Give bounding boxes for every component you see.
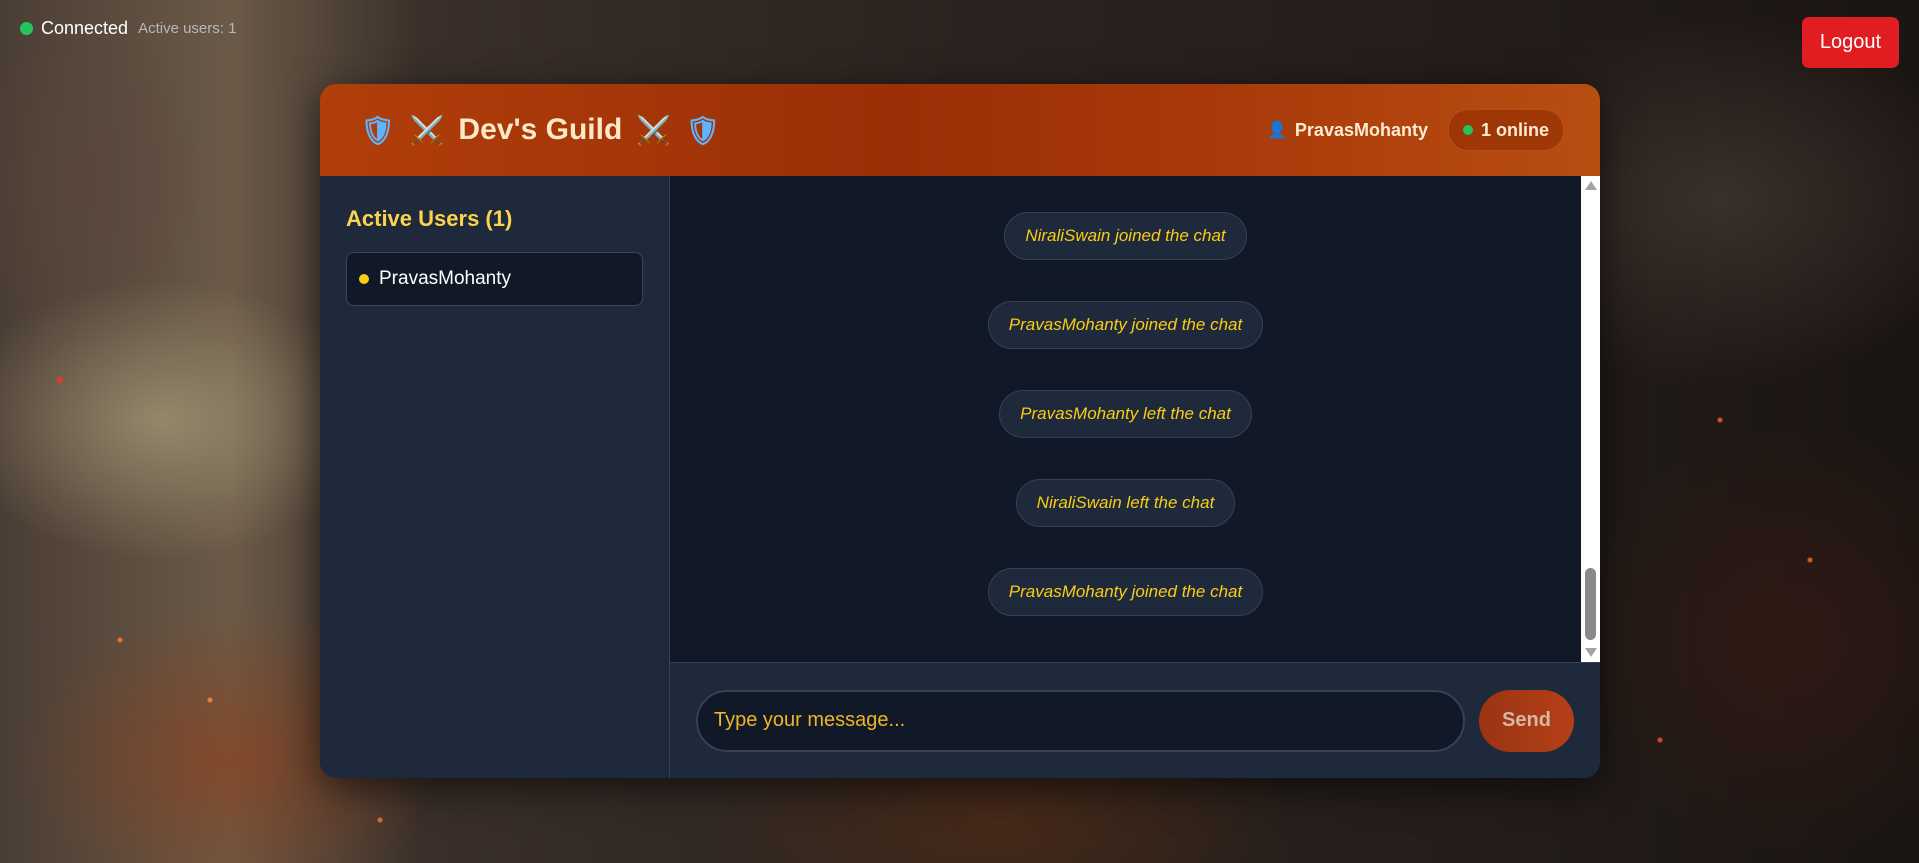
current-user: 👤 PravasMohanty (1267, 120, 1428, 141)
current-username: PravasMohanty (1294, 119, 1428, 140)
header-user-info: 👤 PravasMohanty 1 online (1267, 109, 1564, 151)
shield-icon: 🛡 (685, 114, 721, 146)
connection-status: Connected Active users: 1 (20, 18, 236, 39)
connection-label: Connected (41, 18, 129, 38)
send-button[interactable]: Send (1479, 689, 1574, 752)
chat-main: NiraliSwain joined the chat PravasMohant… (670, 176, 1600, 778)
room-name: Dev's Guild (458, 113, 623, 146)
active-users-count: Active users: 1 (138, 20, 237, 37)
online-count-text: 1 online (1480, 119, 1549, 140)
users-sidebar: Active Users (1) PravasMohanty (320, 176, 670, 778)
connected-dot-icon (20, 22, 33, 35)
active-users-title: Active Users (1) (346, 206, 513, 231)
online-dot-icon (1462, 125, 1473, 135)
user-list-item[interactable]: PravasMohanty (346, 252, 643, 306)
message-items: NiraliSwain joined the chat PravasMohant… (670, 176, 1581, 616)
scroll-up-arrow-icon[interactable] (1585, 181, 1597, 190)
message-scrollbar[interactable] (1581, 176, 1600, 662)
system-message: PravasMohanty joined the chat (987, 301, 1264, 349)
message-list[interactable]: NiraliSwain joined the chat PravasMohant… (670, 176, 1600, 662)
shield-icon: 🛡 (360, 114, 396, 146)
crossed-swords-icon: ⚔️ (409, 114, 445, 146)
message-composer: Send (670, 662, 1600, 778)
chat-header: 🛡 ⚔️ Dev's Guild ⚔️ 🛡 👤 PravasMohanty 1 … (320, 84, 1600, 176)
message-input[interactable] (696, 689, 1465, 752)
crossed-swords-icon: ⚔️ (636, 114, 672, 146)
chat-window: 🛡 ⚔️ Dev's Guild ⚔️ 🛡 👤 PravasMohanty 1 … (320, 84, 1600, 778)
logout-button[interactable]: Logout (1801, 17, 1899, 68)
chat-body: Active Users (1) PravasMohanty NiraliSwa… (320, 176, 1600, 778)
system-message: NiraliSwain left the chat (1015, 479, 1236, 527)
scrollbar-thumb[interactable] (1585, 568, 1596, 640)
online-count-badge: 1 online (1447, 109, 1564, 151)
user-status-dot-icon (359, 274, 369, 284)
room-title: 🛡 ⚔️ Dev's Guild ⚔️ 🛡 (360, 113, 721, 147)
system-message: NiraliSwain joined the chat (1004, 212, 1247, 260)
user-silhouette-icon: 👤 (1267, 122, 1287, 139)
system-message: PravasMohanty joined the chat (987, 568, 1264, 616)
user-list-name: PravasMohanty (379, 268, 512, 289)
scroll-down-arrow-icon[interactable] (1585, 648, 1597, 657)
system-message: PravasMohanty left the chat (999, 390, 1252, 438)
